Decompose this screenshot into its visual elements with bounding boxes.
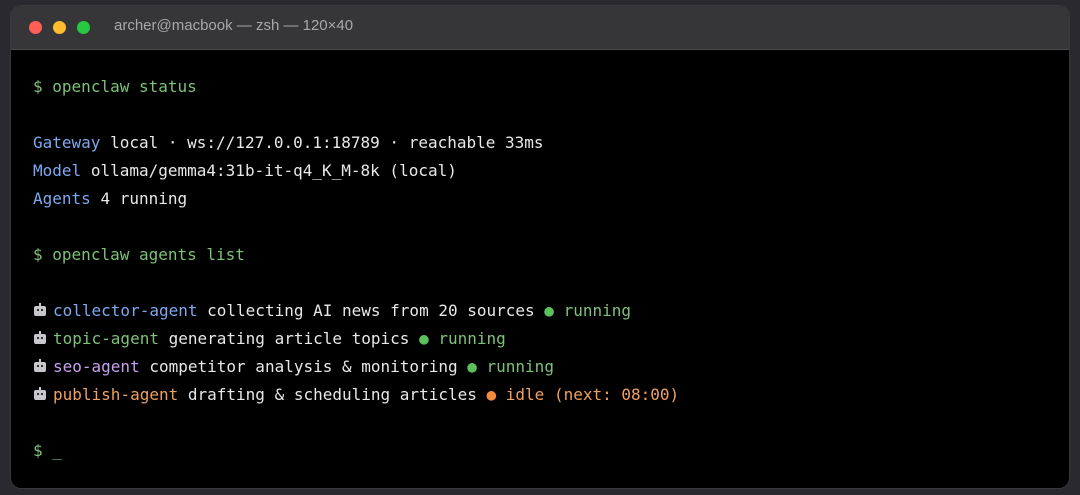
robot-icon	[33, 331, 47, 345]
agent-desc: drafting & scheduling articles	[187, 385, 477, 404]
robot-icon	[33, 359, 47, 373]
agents-label: Agents	[33, 189, 91, 208]
terminal-window: archer@macbook — zsh — 120×40 $ openclaw…	[11, 6, 1069, 488]
agent-status: running	[486, 357, 554, 376]
command-text: openclaw agents list	[52, 245, 245, 264]
close-window-button[interactable]	[29, 21, 42, 34]
agent-name: publish-agent	[53, 385, 179, 404]
prompt-symbol: $	[33, 245, 43, 264]
window-title: archer@macbook — zsh — 120×40	[114, 17, 354, 34]
agent-status: idle (next: 08:00)	[505, 385, 680, 404]
agents-value: 4 running	[100, 189, 188, 208]
agent-row: topic-agent generating article topics ● …	[33, 328, 506, 350]
status-dot: ●	[544, 301, 554, 320]
agent-row: publish-agent drafting & scheduling arti…	[33, 384, 679, 406]
terminal-output[interactable]: $ openclaw status Gateway local · ws://1…	[33, 76, 679, 475]
agent-desc: competitor analysis & monitoring	[149, 357, 458, 376]
agents-line: Agents 4 running	[33, 188, 187, 210]
zoom-window-button[interactable]	[77, 21, 90, 34]
agent-desc: generating article topics	[168, 329, 410, 348]
prompt-symbol: $	[33, 77, 43, 96]
status-dot: ●	[467, 357, 477, 376]
prompt-symbol: $	[33, 441, 43, 460]
gateway-value: local · ws://127.0.0.1:18789 · reachable…	[110, 133, 544, 152]
agent-name: collector-agent	[53, 301, 198, 320]
robot-icon	[33, 387, 47, 401]
command-line-status: $ openclaw status	[33, 76, 197, 98]
model-value: ollama/gemma4:31b-it-q4_K_M-8k (local)	[90, 161, 457, 180]
status-dot: ●	[486, 385, 497, 404]
command-line-input[interactable]: $ _	[33, 440, 62, 462]
command-line-list: $ openclaw agents list	[33, 244, 245, 266]
text-cursor: _	[52, 441, 62, 460]
agent-row: seo-agent competitor analysis & monitori…	[33, 356, 554, 378]
title-bar: archer@macbook — zsh — 120×40	[11, 6, 1069, 50]
model-label: Model	[33, 161, 82, 180]
status-dot: ●	[419, 329, 429, 348]
model-line: Model ollama/gemma4:31b-it-q4_K_M-8k (lo…	[33, 160, 457, 182]
agent-desc: collecting AI news from 20 sources	[207, 301, 535, 320]
gateway-line: Gateway local · ws://127.0.0.1:18789 · r…	[33, 132, 544, 154]
minimize-window-button[interactable]	[53, 21, 66, 34]
robot-icon	[33, 303, 47, 317]
agent-name: topic-agent	[53, 329, 159, 348]
agent-status: running	[438, 329, 506, 348]
command-text: openclaw status	[52, 77, 197, 96]
agent-status: running	[563, 301, 632, 320]
gateway-label: Gateway	[33, 133, 101, 152]
agent-name: seo-agent	[53, 357, 140, 376]
agent-row: collector-agent collecting AI news from …	[33, 300, 631, 322]
